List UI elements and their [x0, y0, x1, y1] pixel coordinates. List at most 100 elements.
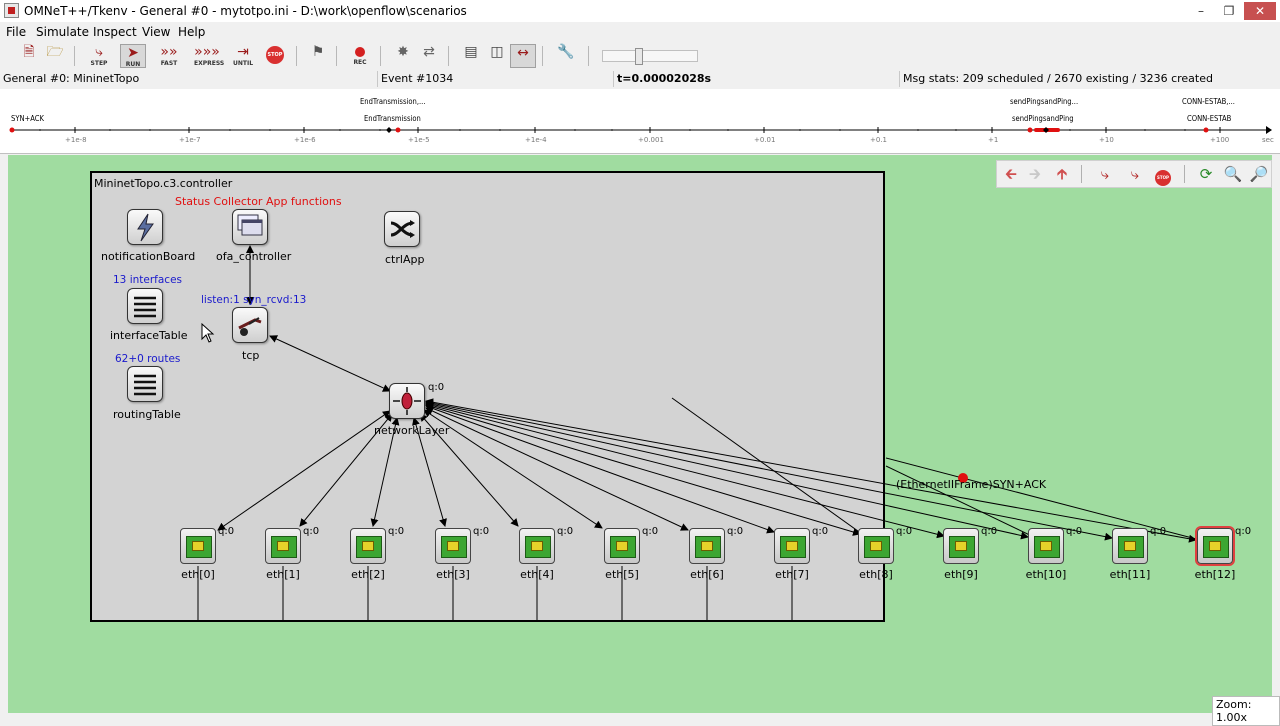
finish-flag-icon: ⚑ [311, 44, 325, 60]
queue-label: q:0 [727, 526, 744, 537]
event-log-button[interactable]: ⇄ [416, 44, 442, 68]
step-local-icon[interactable]: ⤷ [1094, 164, 1116, 184]
minimize-button[interactable]: – [1188, 2, 1214, 20]
stop-icon: STOP [266, 46, 284, 64]
eth-module[interactable] [1112, 528, 1148, 564]
queue-label: q:0 [1235, 526, 1252, 537]
horizontal-layout-button[interactable]: ▤ [458, 44, 484, 68]
maximize-button[interactable]: ❐ [1216, 2, 1242, 20]
zoom-in-icon[interactable]: 🔍 [1222, 164, 1244, 184]
go-to-parent-icon[interactable]: 🡱 [1051, 164, 1073, 184]
omnetpp-app-icon [4, 3, 19, 18]
run-button[interactable]: ➤ RUN [120, 44, 146, 68]
timeline-event-label: EndTransmission [364, 114, 421, 123]
run-local-icon[interactable]: ⤷ [1124, 164, 1146, 184]
event-marker [9, 127, 15, 133]
options-button[interactable]: 🔧 [553, 44, 579, 68]
timeline-tick-label: +1e-8 [65, 136, 87, 144]
stop-local-icon[interactable]: STOP [1152, 164, 1174, 186]
eth-label: eth[11] [1109, 568, 1151, 581]
until-icon: ⇥ [237, 44, 249, 60]
network-layer-module[interactable] [389, 383, 425, 419]
eth-module[interactable] [604, 528, 640, 564]
eth-label: eth[10] [1025, 568, 1067, 581]
eth-label: eth[4] [520, 568, 554, 581]
timeline-event-label: sendPingsandPing... [1010, 97, 1079, 106]
slider-knob[interactable] [635, 48, 643, 65]
menu-simulate[interactable]: Simulate [36, 25, 89, 39]
relayout-icon[interactable]: ⟳ [1195, 164, 1217, 184]
timeline-tick-label: +1e-5 [408, 136, 430, 144]
windows-stack-icon [237, 214, 263, 236]
timeline-event-label: EndTransmission,... [360, 97, 426, 106]
menu-bar: File Simulate Inspect View Help [0, 22, 1280, 42]
compound-title: MininetTopo.c3.controller [94, 177, 233, 190]
timeline-toggle-button[interactable]: ↔ [510, 44, 536, 68]
menu-help[interactable]: Help [178, 25, 205, 39]
eth-module[interactable] [1028, 528, 1064, 564]
status-row: General #0: MininetTopo Event #1034 t=0.… [0, 70, 1280, 90]
eth-label: eth[3] [436, 568, 470, 581]
sim-time-status: t=0.00002028s [614, 71, 900, 87]
eth-module[interactable] [858, 528, 894, 564]
timeline-event-label: CONN-ESTAB,... [1182, 97, 1235, 106]
eth-module[interactable] [265, 528, 301, 564]
tcp-module[interactable] [232, 307, 268, 343]
routes-note: 62+0 routes [115, 353, 181, 365]
eth-module[interactable] [180, 528, 216, 564]
interface-table-module[interactable] [127, 288, 163, 324]
split-vertical-icon: ◫ [490, 44, 504, 60]
notification-board-module[interactable] [127, 209, 163, 245]
menu-inspect[interactable]: Inspect [93, 25, 137, 39]
queue-label: q:0 [896, 526, 913, 537]
module-label: interfaceTable [110, 329, 188, 342]
animation-speed-slider[interactable] [602, 48, 698, 65]
queue-label: q:0 [1150, 526, 1167, 537]
eth-module[interactable] [519, 528, 555, 564]
menu-view[interactable]: View [142, 25, 170, 39]
step-button[interactable]: ⤷ STEP [86, 44, 112, 68]
eth-module[interactable] [350, 528, 386, 564]
queue-label: q:0 [981, 526, 998, 537]
fast-run-button[interactable]: »» FAST [156, 44, 182, 68]
timeline[interactable]: SYN+ACK EndTransmission,... EndTransmiss… [0, 89, 1280, 154]
zoom-out-icon[interactable]: 🔎 [1248, 164, 1270, 184]
load-ned-button[interactable]: 🗁 [42, 44, 68, 68]
shuffle-icon [390, 220, 415, 238]
eth-module-highlighted[interactable] [1195, 526, 1235, 566]
record-icon [355, 47, 365, 57]
menu-file[interactable]: File [6, 25, 26, 39]
record-button[interactable]: REC [347, 44, 373, 68]
timeline-tick-label: +0.1 [870, 136, 887, 144]
run-until-button[interactable]: ⇥ UNTIL [230, 44, 256, 68]
eth-module[interactable] [774, 528, 810, 564]
fast-icon: »» [160, 44, 178, 60]
eth-label: eth[6] [690, 568, 724, 581]
express-icon: »»» [194, 44, 220, 60]
stop-button[interactable]: STOP [262, 44, 288, 68]
new-run-button[interactable]: 🗎 [16, 44, 42, 68]
timeline-tick-label: +1e-4 [525, 136, 547, 144]
routing-table-module[interactable] [127, 366, 163, 402]
ofa-controller-module[interactable] [232, 209, 268, 245]
msg-stats-status: Msg stats: 209 scheduled / 2670 existing… [903, 72, 1213, 85]
step-icon: ⤷ [95, 44, 103, 60]
queue-label: q:0 [388, 526, 405, 537]
queue-label: q:0 [1066, 526, 1083, 537]
split-horizontal-icon: ▤ [464, 44, 478, 60]
close-button[interactable]: ✕ [1244, 2, 1276, 20]
vertical-layout-button[interactable]: ◫ [484, 44, 510, 68]
find-inspect-button[interactable]: ✸ [390, 44, 416, 68]
eth-module[interactable] [943, 528, 979, 564]
forward-arrow-icon[interactable]: 🡲 [1024, 164, 1046, 184]
ctrl-app-module[interactable] [384, 211, 420, 247]
express-run-button[interactable]: »»» EXPRESS [194, 44, 224, 68]
finish-button[interactable]: ⚑ [305, 44, 331, 68]
back-arrow-icon[interactable]: 🡰 [1000, 164, 1022, 184]
eth-module[interactable] [689, 528, 725, 564]
timeline-tick-label: +1 [988, 136, 999, 144]
status-collector-note: Status Collector App functions [175, 195, 342, 208]
network-icon: ✸ [397, 44, 409, 60]
eth-module[interactable] [435, 528, 471, 564]
title-bar: OMNeT++/Tkenv - General #0 - mytotpo.ini… [0, 0, 1280, 23]
